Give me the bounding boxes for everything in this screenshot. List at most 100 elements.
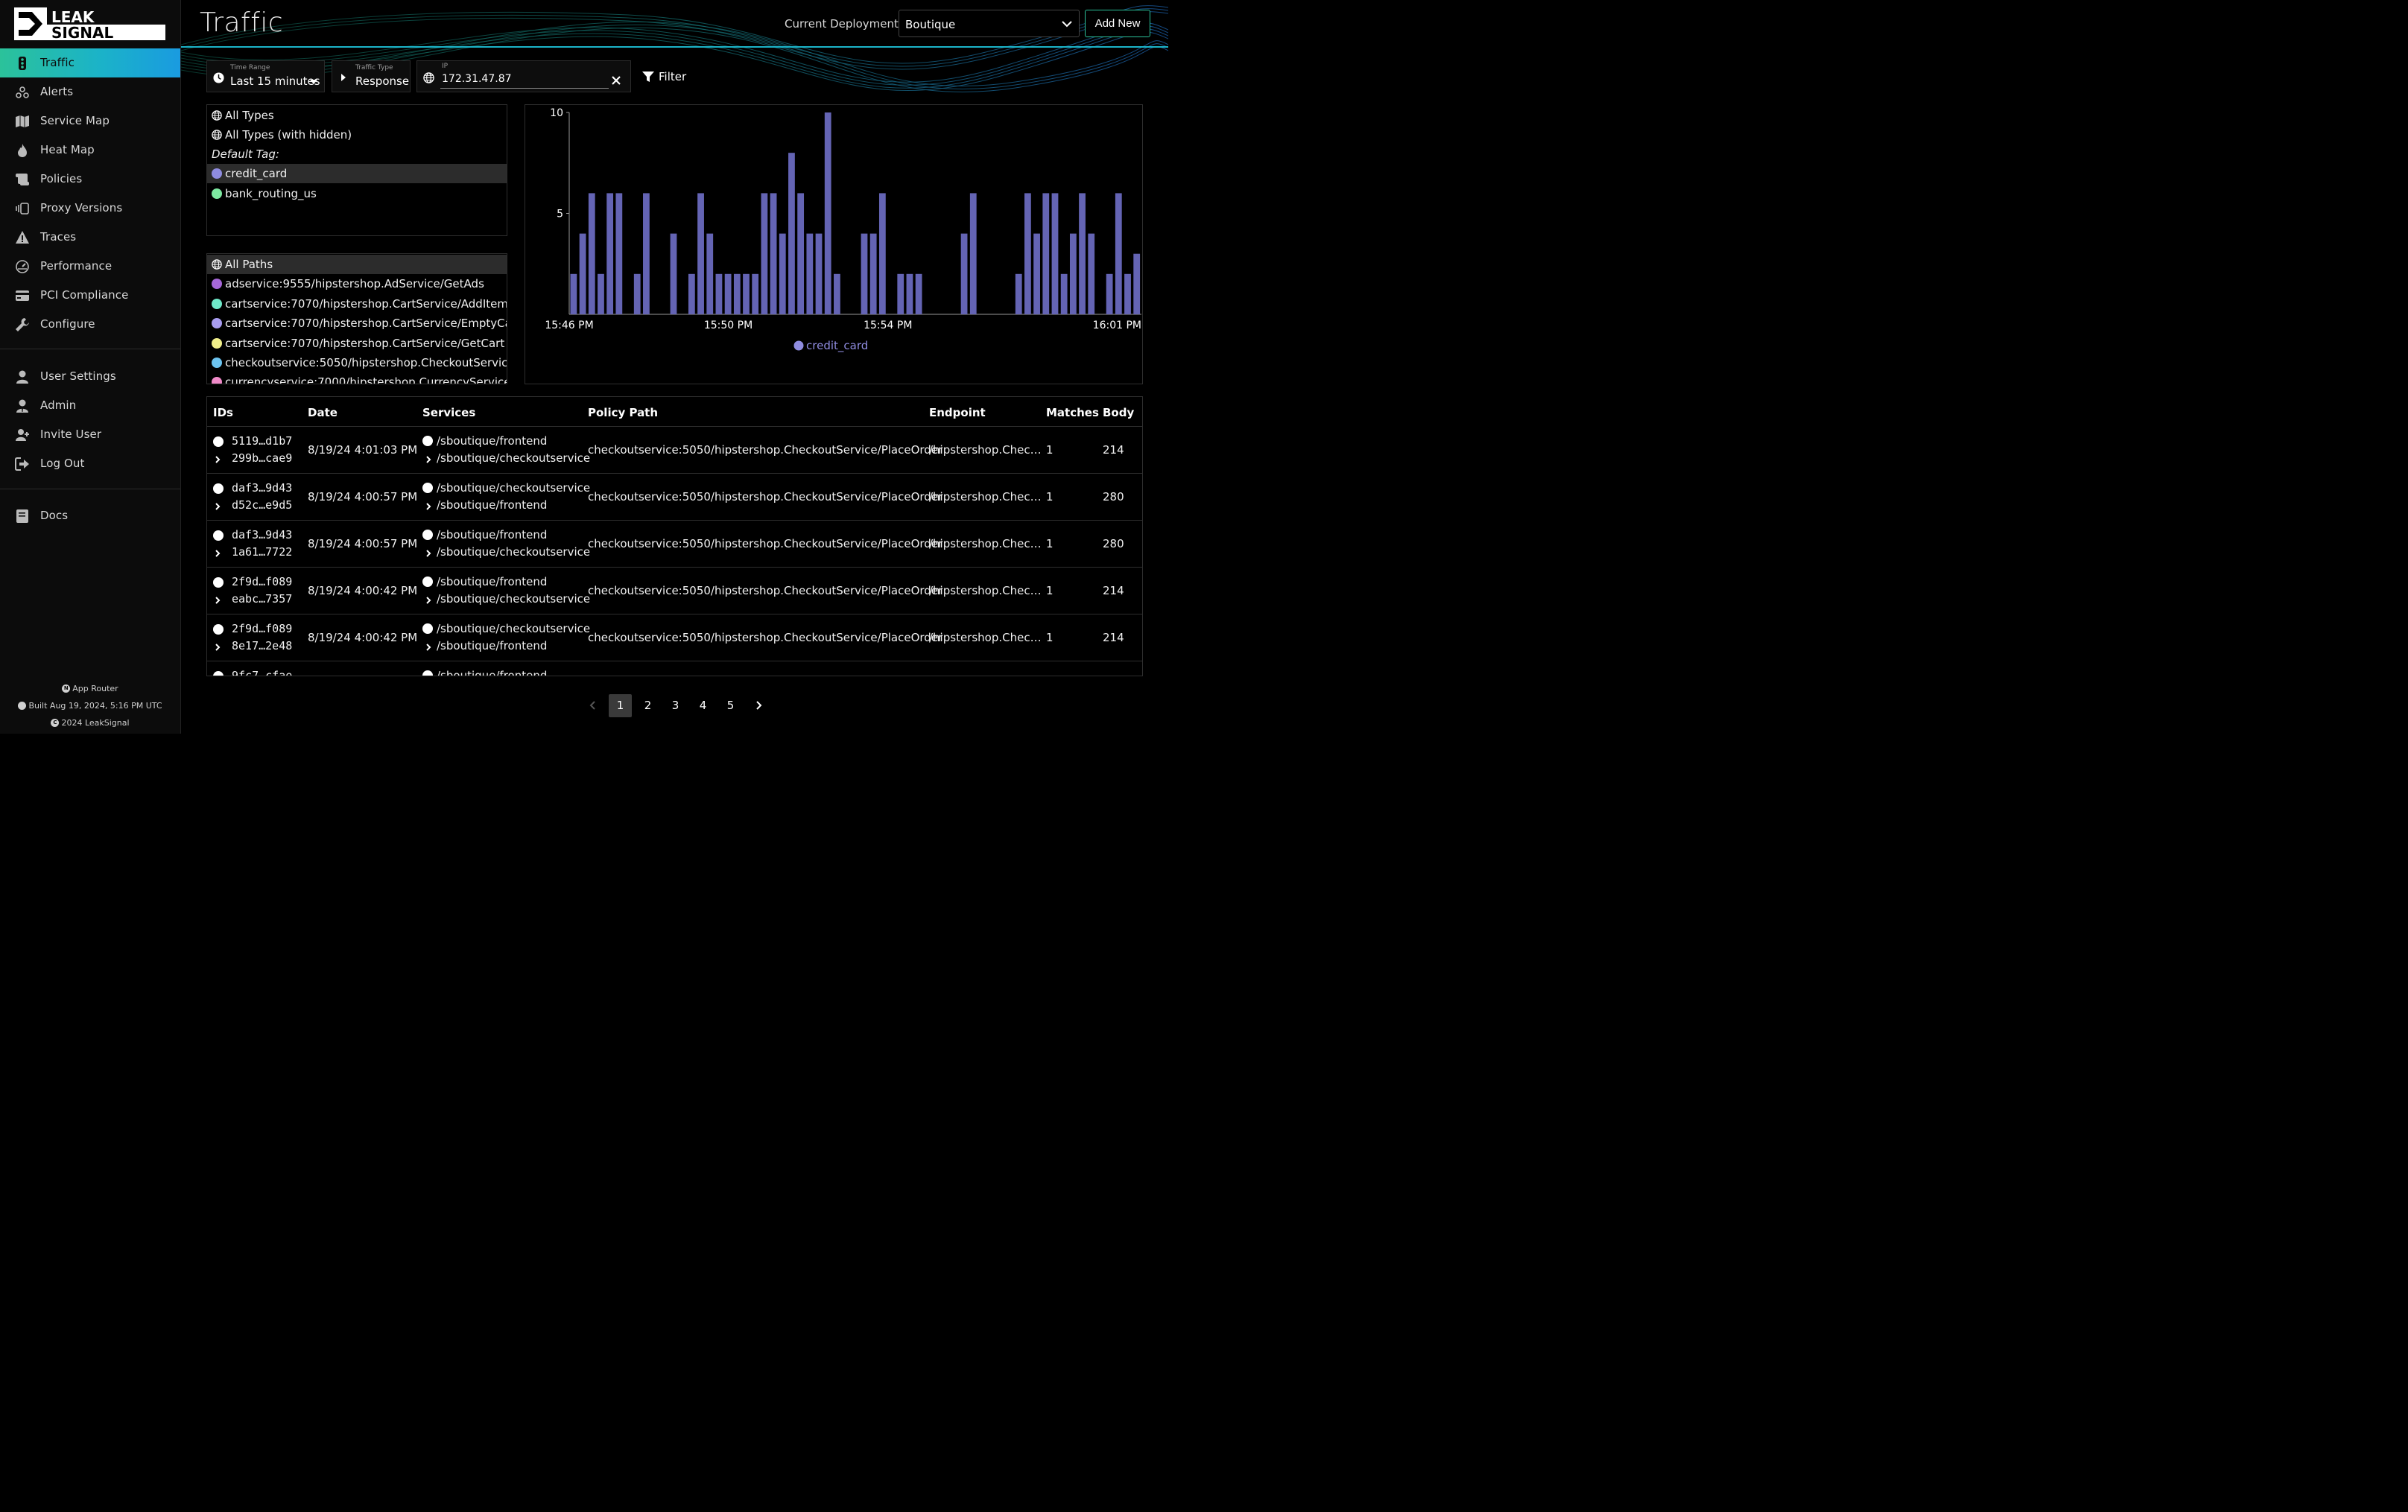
list-item-all-types-hidden[interactable]: All Types (with hidden) [207, 125, 507, 144]
sidebar-item-proxy-versions[interactable]: Proxy Versions [0, 194, 180, 223]
list-item-all-paths[interactable]: All Paths [207, 255, 507, 274]
list-item-path[interactable]: adservice:9555/hipstershop.AdService/Get… [207, 274, 507, 293]
sidebar-item-invite-user[interactable]: Invite User [0, 420, 180, 449]
column-header-endpoint[interactable]: Endpoint [929, 406, 986, 419]
chart-bar[interactable] [570, 273, 577, 314]
chart-bar[interactable] [834, 273, 840, 314]
sidebar-item-docs[interactable]: Docs [0, 501, 180, 530]
traffic-type-select[interactable]: Traffic Type Response [332, 60, 411, 92]
next-page-button[interactable] [747, 694, 770, 717]
chart-bar[interactable] [878, 193, 886, 314]
list-item-path[interactable]: checkoutservice:5050/hipstershop.Checkou… [207, 353, 507, 372]
chart-bar[interactable] [615, 193, 623, 314]
sidebar-item-heat-map[interactable]: Heat Map [0, 136, 180, 165]
chart-bar[interactable] [906, 273, 913, 314]
chart-bar[interactable] [633, 273, 641, 314]
ip-filter-field[interactable]: IP 172.31.47.87 [416, 60, 631, 92]
row-select-radio[interactable] [213, 577, 224, 588]
chart-bar[interactable] [1015, 273, 1022, 314]
chart-bar[interactable] [752, 273, 759, 314]
filter-button[interactable]: Filter [642, 69, 686, 85]
page-button[interactable]: 3 [664, 694, 687, 717]
chevron-right-icon[interactable] [213, 596, 222, 605]
sidebar-item-pci-compliance[interactable]: PCI Compliance [0, 281, 180, 310]
chart-bar[interactable] [706, 233, 714, 314]
legend-label[interactable]: credit_card [806, 339, 868, 353]
chart-bar[interactable] [598, 273, 604, 314]
list-item-path[interactable]: cartservice:7070/hipstershop.CartService… [207, 294, 507, 314]
chart-bar[interactable] [797, 193, 805, 314]
sidebar-item-performance[interactable]: Performance [0, 252, 180, 281]
table-row[interactable]: 9fc7…cfae/sboutique/frontend [207, 661, 1142, 676]
row-select-radio[interactable] [213, 671, 224, 676]
chart-bar[interactable] [897, 273, 904, 314]
chart-bar[interactable] [788, 153, 795, 314]
time-range-select[interactable]: Time Range Last 15 minutes [206, 60, 325, 92]
chart-bar[interactable] [824, 112, 831, 314]
sidebar-item-traces[interactable]: Traces [0, 223, 180, 252]
table-row[interactable]: 2f9d…f089 8e17…2e48 8/19/24 4:00:42 PM/sbo… [207, 614, 1142, 661]
page-button[interactable]: 2 [636, 694, 659, 717]
chart-bar[interactable] [761, 193, 768, 314]
chart-bar[interactable] [724, 273, 732, 314]
chart-bar[interactable] [688, 273, 695, 314]
previous-page-button[interactable] [581, 694, 604, 717]
leaksignal-logo[interactable]: LEAK SIGNAL [14, 7, 165, 42]
chart-bar[interactable] [1079, 193, 1086, 314]
chart-bar[interactable] [779, 233, 786, 314]
chart-bar[interactable] [861, 233, 868, 314]
clear-icon[interactable] [612, 76, 621, 85]
sidebar-item-configure[interactable]: Configure [0, 310, 180, 339]
page-button[interactable]: 5 [719, 694, 742, 717]
chart-bar[interactable] [960, 233, 968, 314]
sidebar-item-traffic[interactable]: Traffic [0, 48, 180, 77]
chevron-right-icon[interactable] [213, 549, 222, 558]
page-button[interactable]: 1 [609, 693, 632, 717]
chart-bar[interactable] [733, 273, 741, 314]
table-row[interactable]: 2f9d…f089 eabc…7357 8/19/24 4:00:42 PM/sbo… [207, 567, 1142, 614]
table-row[interactable]: 5119…d1b7 299b…cae9 8/19/24 4:01:03 PM/sbo… [207, 426, 1142, 473]
row-select-radio[interactable] [213, 530, 224, 541]
sidebar-item-policies[interactable]: Policies [0, 165, 180, 194]
chart-bar[interactable] [1069, 233, 1077, 314]
column-header-ids[interactable]: IDs [213, 406, 233, 419]
table-row[interactable]: daf3…9d43 d52c…e9d5 8/19/24 4:00:57 PM/sbo… [207, 473, 1142, 520]
chevron-right-icon[interactable] [213, 643, 222, 652]
row-select-radio[interactable] [213, 483, 224, 494]
column-header-body[interactable]: Body [1103, 406, 1134, 419]
list-item-tag[interactable]: bank_routing_us [207, 184, 507, 203]
table-row[interactable]: daf3…9d43 1a61…7722 8/19/24 4:00:57 PM/sbo… [207, 520, 1142, 567]
chart-bar[interactable] [1042, 193, 1050, 314]
sidebar-item-admin[interactable]: Admin [0, 391, 180, 420]
chart-bar[interactable] [588, 193, 595, 314]
sidebar-item-log-out[interactable]: Log Out [0, 449, 180, 478]
list-item-tag[interactable]: credit_card [207, 164, 507, 183]
row-select-radio[interactable] [213, 436, 224, 447]
chart-bar[interactable] [770, 193, 777, 314]
chart-bar[interactable] [1133, 253, 1141, 314]
chart-bar[interactable] [806, 233, 814, 314]
chart-bar[interactable] [743, 273, 750, 314]
chart-bar[interactable] [969, 193, 977, 314]
chart-bar[interactable] [915, 273, 922, 314]
chart-bar[interactable] [606, 193, 614, 314]
chart-bar[interactable] [670, 233, 677, 314]
sidebar-item-service-map[interactable]: Service Map [0, 107, 180, 136]
chart-bar[interactable] [1115, 193, 1122, 314]
add-new-button[interactable]: Add New [1085, 10, 1150, 37]
chevron-right-icon[interactable] [213, 502, 222, 511]
sidebar-item-alerts[interactable]: Alerts [0, 77, 180, 107]
chart-bar[interactable] [1124, 273, 1131, 314]
chart-bar[interactable] [1051, 193, 1059, 314]
list-item-path[interactable]: cartservice:7070/hipstershop.CartService… [207, 314, 507, 333]
chart-bar[interactable] [1033, 233, 1040, 314]
chart-bar[interactable] [643, 193, 650, 314]
chart-bar[interactable] [697, 193, 704, 314]
list-item-path[interactable]: cartservice:7070/hipstershop.CartService… [207, 334, 507, 353]
row-select-radio[interactable] [213, 624, 224, 635]
chart-bar[interactable] [579, 233, 586, 314]
column-header-policy-path[interactable]: Policy Path [588, 406, 658, 419]
column-header-services[interactable]: Services [422, 406, 475, 419]
list-item-path[interactable]: currencyservice:7000/hipstershop.Currenc… [207, 372, 507, 384]
chart-bar[interactable] [1024, 193, 1031, 314]
